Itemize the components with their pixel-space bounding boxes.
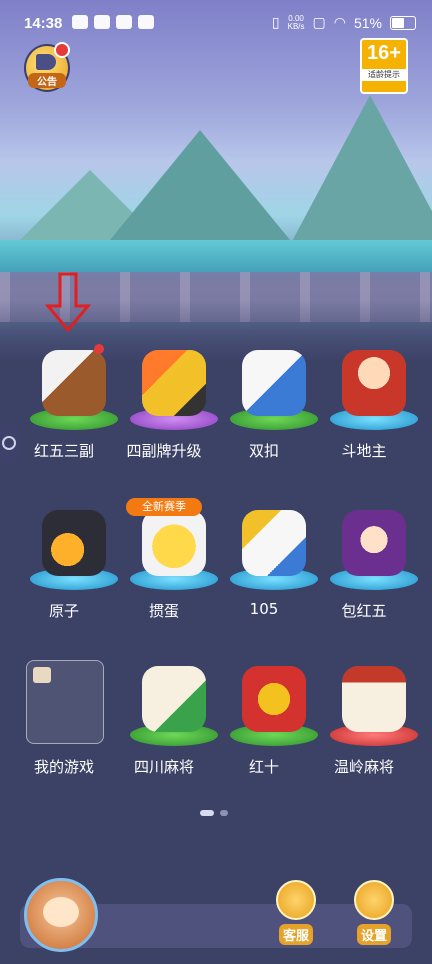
notification-dot xyxy=(94,344,104,354)
avatar[interactable] xyxy=(24,878,98,952)
game-hongwu-sanfu[interactable]: 红五三副 xyxy=(14,344,118,464)
game-icon: 全新赛季 xyxy=(124,498,218,590)
mahjong-tiles-icon xyxy=(142,666,206,732)
game-name: 我的游戏 xyxy=(33,758,94,776)
status-time: 14:38 xyxy=(24,15,63,32)
page-dot-active xyxy=(200,810,214,816)
rocket-icon xyxy=(42,510,106,576)
red-ten-emblem-icon xyxy=(242,666,306,732)
tractor-icon xyxy=(142,350,206,416)
announcement-button[interactable]: 公告 xyxy=(24,42,70,92)
age-rating-badge[interactable]: 16+ 适龄提示 xyxy=(360,38,408,94)
settings-button[interactable]: 设置 xyxy=(350,880,398,945)
game-yuanzi[interactable]: 原子 xyxy=(14,504,118,624)
tiktok-icon xyxy=(116,15,132,29)
game-name: 四副牌升级 xyxy=(126,442,202,460)
game-shuangkou[interactable]: 双扣 xyxy=(214,344,318,464)
game-icon xyxy=(224,660,318,746)
mini-game-icon xyxy=(33,667,51,683)
net-speed: 0.00 KB/s xyxy=(287,14,305,31)
customer-service-label: 客服 xyxy=(278,924,313,945)
game-icon xyxy=(24,344,118,430)
red-arrow-icon xyxy=(44,272,92,333)
gear-icon xyxy=(354,880,394,920)
game-sichuan-majiang[interactable]: 四川麻将 xyxy=(114,660,218,780)
game-name: 温岭麻将 xyxy=(333,758,394,776)
cards-barrel-icon xyxy=(42,350,106,416)
landlord-character-icon xyxy=(342,350,406,416)
announcement-label: 公告 xyxy=(28,73,66,88)
battery-percent: 51% xyxy=(353,14,382,31)
notification-dot xyxy=(54,42,70,58)
fan-icon xyxy=(94,15,110,29)
status-right: ▯ 0.00 KB/s ▢ ◠ 51% xyxy=(272,14,416,31)
wifi-icon: ◠ xyxy=(333,14,346,30)
game-hongshi[interactable]: 红十 xyxy=(214,660,318,780)
game-doudizhu[interactable]: 斗地主 xyxy=(314,344,418,464)
headset-icon xyxy=(276,880,316,920)
game-name: 四川麻将 xyxy=(133,758,194,776)
game-icon xyxy=(24,504,118,590)
game-guandan[interactable]: 全新赛季 掼蛋 xyxy=(114,498,218,624)
game-105[interactable]: 105 xyxy=(214,504,318,624)
monkey-face-icon xyxy=(43,897,79,927)
cloud-icon xyxy=(138,15,154,29)
game-name: 105 xyxy=(249,600,279,618)
megaphone-icon xyxy=(36,54,56,70)
status-app-icons xyxy=(72,15,154,29)
game-name: 双扣 xyxy=(248,442,279,460)
game-name: 包红五 xyxy=(341,602,387,620)
game-name: 红五三副 xyxy=(33,442,94,460)
age-rating-value: 16+ xyxy=(367,42,401,64)
cards-coins-icon xyxy=(242,510,306,576)
game-icon xyxy=(224,504,318,590)
game-icon xyxy=(324,344,418,430)
page-indicator xyxy=(200,810,228,816)
playing-cards-icon xyxy=(242,350,306,416)
customer-service-button[interactable]: 客服 xyxy=(272,880,320,945)
game-icon xyxy=(124,660,218,746)
game-name: 红十 xyxy=(248,758,279,776)
game-icon xyxy=(324,504,418,590)
girl-character-icon xyxy=(342,510,406,576)
battery-icon xyxy=(390,15,416,30)
game-icon xyxy=(124,344,218,430)
vibrate-icon: ▯ xyxy=(271,14,280,30)
game-icon xyxy=(224,344,318,430)
my-games-folder xyxy=(26,660,104,744)
mountain-shape xyxy=(110,130,290,240)
settings-label: 设置 xyxy=(356,924,391,945)
game-baohongwu[interactable]: 包红五 xyxy=(314,504,418,624)
game-name: 原子 xyxy=(48,602,79,620)
net-speed-unit: KB/s xyxy=(287,21,305,31)
game-name: 斗地主 xyxy=(341,442,387,460)
chick-character-icon xyxy=(142,510,206,576)
age-rating-sub: 适龄提示 xyxy=(362,69,406,81)
new-season-tag: 全新赛季 xyxy=(126,498,202,516)
mountain-shape xyxy=(290,95,432,245)
mahjong-fan-icon xyxy=(342,666,406,732)
photo-icon xyxy=(72,15,88,29)
game-icon xyxy=(324,660,418,746)
game-sifupai-shengji[interactable]: 四副牌升级 xyxy=(114,344,218,464)
my-games[interactable]: 我的游戏 xyxy=(14,660,114,780)
page-dot xyxy=(220,810,228,816)
game-wenling-majiang[interactable]: 温岭麻将 xyxy=(314,660,418,780)
sim-icon: ▢ xyxy=(312,14,326,30)
game-name: 掼蛋 xyxy=(148,602,179,620)
